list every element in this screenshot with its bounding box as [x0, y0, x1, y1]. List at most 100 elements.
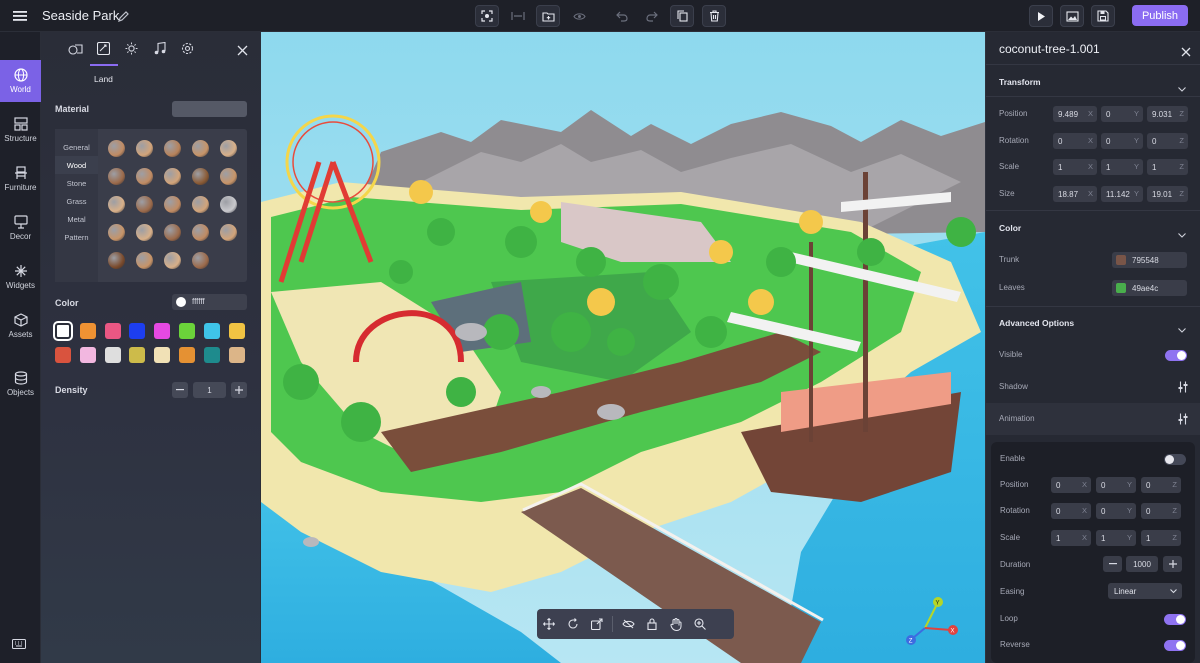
color-swatch[interactable] [53, 321, 73, 341]
material-swatch[interactable] [164, 168, 181, 185]
material-swatch[interactable] [220, 140, 237, 157]
z-value-input[interactable]: 1Z [1141, 530, 1181, 546]
sun-icon[interactable] [125, 42, 138, 60]
color-swatch[interactable] [79, 323, 96, 339]
x-value-input[interactable]: 0X [1053, 133, 1097, 149]
color-swatch[interactable] [179, 347, 195, 363]
material-swatch[interactable] [192, 224, 209, 241]
close-icon[interactable] [1181, 44, 1191, 62]
material-swatch[interactable] [220, 168, 237, 185]
menu-icon[interactable] [8, 5, 32, 27]
color-field[interactable]: ffffff [172, 294, 247, 310]
material-swatch[interactable] [220, 224, 237, 241]
z-value-input[interactable]: 1Z [1147, 159, 1188, 175]
distribute-icon[interactable] [506, 5, 530, 27]
category-metal[interactable]: Metal [55, 210, 98, 228]
gear-icon[interactable] [181, 42, 194, 60]
leaves-color-field[interactable]: 49ae4c [1112, 280, 1187, 296]
x-value-input[interactable]: 1X [1053, 159, 1097, 175]
x-value-input[interactable]: 0X [1051, 503, 1091, 519]
z-value-input[interactable]: 9.031 Z [1147, 106, 1188, 122]
z-value-input[interactable]: 0Z [1141, 503, 1181, 519]
transform-section-header[interactable]: Transform [999, 77, 1041, 87]
material-swatch[interactable] [108, 168, 125, 185]
material-swatch[interactable] [136, 168, 153, 185]
material-swatch[interactable] [136, 224, 153, 241]
y-value-input[interactable]: 0Y [1101, 133, 1143, 149]
color-swatch[interactable] [228, 347, 245, 363]
z-value-input[interactable]: 0Z [1147, 133, 1188, 149]
duration-decrement[interactable] [1103, 556, 1122, 572]
color-swatch[interactable] [104, 347, 121, 363]
color-swatch[interactable] [179, 323, 195, 339]
nav-world[interactable]: World [0, 60, 41, 102]
category-pattern[interactable]: Pattern [55, 228, 98, 246]
y-value-input[interactable]: 11.142 Y [1101, 186, 1143, 202]
nav-objects[interactable]: Objects [0, 363, 41, 405]
visible-toggle[interactable] [1165, 350, 1187, 361]
material-swatch[interactable] [192, 252, 209, 269]
3d-viewport[interactable]: Y X Z [261, 32, 985, 663]
chevron-down-icon[interactable] [1178, 320, 1186, 338]
sliders-icon[interactable] [1178, 412, 1188, 430]
x-value-input[interactable]: 18.87 X [1053, 186, 1097, 202]
anim-enable-toggle[interactable] [1164, 454, 1186, 465]
chevron-down-icon[interactable] [1178, 79, 1186, 97]
density-decrement[interactable] [172, 382, 188, 398]
keyboard-icon[interactable] [12, 636, 26, 654]
nav-decor[interactable]: Decor [0, 207, 41, 249]
scene-settings-icon[interactable] [68, 42, 83, 60]
material-preview[interactable] [172, 101, 247, 117]
focus-icon[interactable] [475, 5, 499, 27]
sliders-icon[interactable] [1178, 380, 1188, 398]
material-swatch[interactable] [108, 196, 125, 213]
material-swatch[interactable] [136, 140, 153, 157]
z-value-input[interactable]: 0Z [1141, 477, 1181, 493]
material-swatch[interactable] [192, 168, 209, 185]
advanced-options-header[interactable]: Advanced Options [999, 318, 1074, 328]
color-swatch[interactable] [104, 323, 121, 339]
category-stone[interactable]: Stone [55, 174, 98, 192]
hand-icon[interactable] [664, 612, 688, 636]
nav-structure[interactable]: Structure [0, 109, 41, 151]
color-section-header[interactable]: Color [999, 223, 1021, 233]
color-swatch[interactable] [129, 347, 146, 363]
color-swatch[interactable] [154, 323, 171, 339]
trunk-color-field[interactable]: 795548 [1112, 252, 1187, 268]
duration-increment[interactable] [1163, 556, 1182, 572]
music-icon[interactable] [154, 41, 166, 60]
z-value-input[interactable]: 19.01 Z [1147, 186, 1188, 202]
loop-toggle[interactable] [1164, 614, 1186, 625]
material-swatch[interactable] [164, 252, 181, 269]
material-swatch[interactable] [136, 196, 153, 213]
easing-select[interactable]: Linear [1108, 583, 1182, 599]
hide-icon[interactable] [616, 612, 640, 636]
color-swatch[interactable] [154, 347, 171, 363]
density-input[interactable]: 1 [193, 382, 226, 398]
y-value-input[interactable]: 0Y [1096, 503, 1136, 519]
category-grass[interactable]: Grass [55, 192, 98, 210]
publish-button[interactable]: Publish [1132, 5, 1188, 26]
close-icon[interactable] [237, 43, 248, 61]
category-general[interactable]: General [55, 138, 98, 156]
redo-icon[interactable] [640, 5, 664, 27]
color-swatch[interactable] [129, 323, 146, 339]
material-swatch[interactable] [220, 196, 237, 213]
chevron-down-icon[interactable] [1178, 225, 1186, 243]
move-icon[interactable] [537, 612, 561, 636]
nav-assets[interactable]: Assets [0, 305, 41, 347]
color-swatch[interactable] [203, 347, 220, 363]
play-icon[interactable] [1029, 5, 1053, 27]
material-swatch[interactable] [108, 140, 125, 157]
reverse-toggle[interactable] [1164, 640, 1186, 651]
material-swatch[interactable] [164, 196, 181, 213]
x-value-input[interactable]: 9.489 X [1053, 106, 1097, 122]
nav-widgets[interactable]: Widgets [0, 256, 41, 298]
material-swatch[interactable] [164, 140, 181, 157]
y-value-input[interactable]: 1Y [1096, 530, 1136, 546]
image-icon[interactable] [1060, 5, 1084, 27]
eye-icon[interactable] [567, 5, 591, 27]
zoom-icon[interactable] [688, 612, 712, 636]
category-wood[interactable]: Wood [55, 156, 98, 174]
x-value-input[interactable]: 1X [1051, 530, 1091, 546]
